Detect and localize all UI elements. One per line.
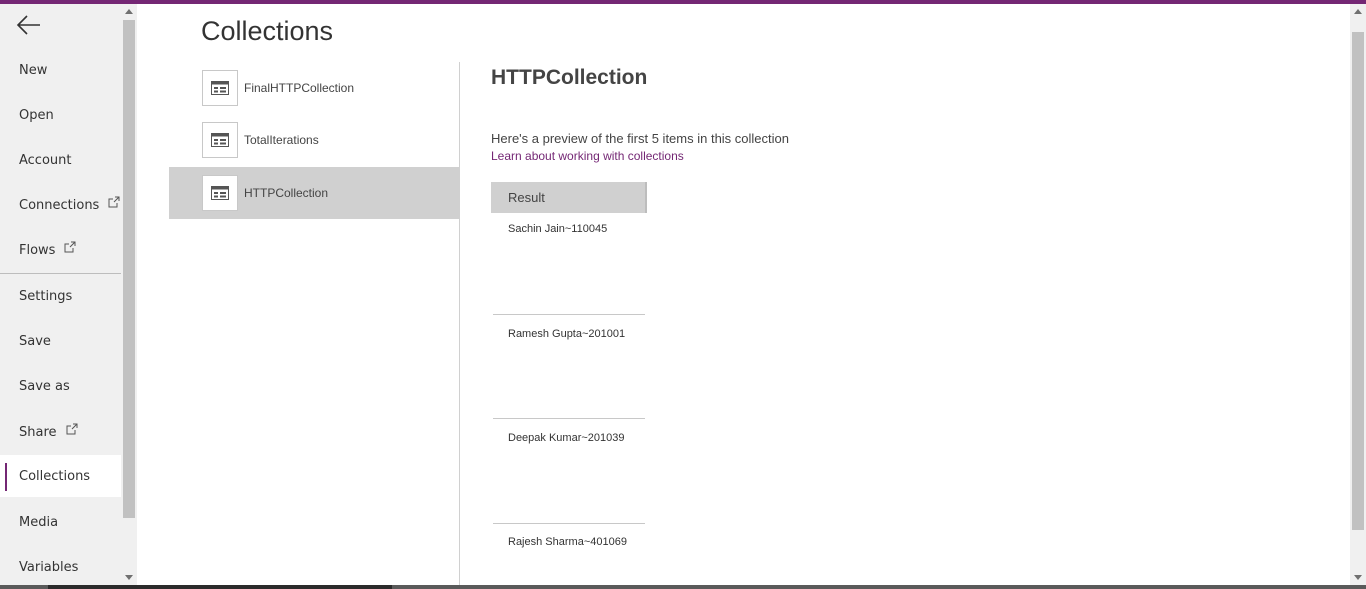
scroll-up-arrow-icon[interactable]: [125, 9, 133, 14]
external-link-icon: [66, 423, 78, 435]
sidebar-item-label: Open: [19, 107, 54, 123]
sidebar-item-save-as[interactable]: Save as: [0, 365, 121, 407]
table-row: Ramesh Gupta~201001: [508, 328, 626, 340]
table-row: Deepak Kumar~201039: [508, 432, 625, 444]
bottom-scrollbar-thumb[interactable]: [48, 585, 392, 589]
table-row: Sachin Jain~110045: [508, 223, 608, 235]
sidebar-divider: [0, 273, 121, 274]
row-divider: [493, 523, 645, 524]
collection-icon-box: [202, 122, 238, 158]
sidebar-item-label: Account: [19, 152, 72, 168]
sidebar-item-account[interactable]: Account: [0, 139, 121, 181]
row-divider: [493, 314, 645, 315]
sidebar-item-label: Save as: [19, 378, 70, 394]
back-button[interactable]: [14, 12, 44, 38]
sidebar-item-label: Flows: [19, 242, 56, 258]
collection-item-finalhttpcollection[interactable]: FinalHTTPCollection: [169, 62, 459, 114]
column-header-label: Result: [508, 190, 545, 205]
sidebar-item-collections[interactable]: Collections: [0, 455, 121, 497]
collection-icon-box: [202, 175, 238, 211]
learn-collections-link[interactable]: Learn about working with collections: [491, 149, 684, 163]
sidebar-item-connections[interactable]: Connections: [0, 184, 121, 226]
sidebar-item-label: Variables: [19, 559, 79, 575]
sidebar-item-variables[interactable]: Variables: [0, 546, 121, 588]
sidebar-item-new[interactable]: New: [0, 49, 121, 91]
table-column-header[interactable]: Result: [491, 182, 645, 213]
table-icon: [211, 133, 229, 147]
sidebar-item-share[interactable]: Share: [0, 411, 121, 453]
scrollbar-thumb[interactable]: [1352, 32, 1364, 530]
sidebar-item-label: Collections: [19, 468, 91, 484]
sidebar-item-media[interactable]: Media: [0, 501, 121, 543]
collection-detail-title: HTTPCollection: [491, 66, 648, 89]
collection-item-label: TotalIterations: [244, 133, 319, 147]
sidebar-item-save[interactable]: Save: [0, 320, 121, 362]
collection-item-label: FinalHTTPCollection: [244, 81, 355, 95]
table-row: Rajesh Sharma~401069: [508, 536, 627, 548]
scroll-down-arrow-icon[interactable]: [125, 575, 133, 580]
sidebar-item-label: New: [19, 62, 48, 78]
scroll-up-arrow-icon[interactable]: [1354, 9, 1362, 14]
sidebar-item-label: Settings: [19, 288, 73, 304]
page-title: Collections: [201, 16, 334, 46]
external-link-icon: [108, 196, 120, 208]
sidebar-item-label: Media: [19, 514, 59, 530]
sidebar-item-label: Connections: [19, 197, 100, 213]
arrow-left-icon: [16, 15, 40, 35]
collection-item-label: HTTPCollection: [244, 186, 329, 200]
column-resize-handle[interactable]: [645, 182, 647, 213]
collection-item-httpcollection[interactable]: HTTPCollection: [169, 167, 459, 219]
main-scrollbar[interactable]: [1350, 4, 1366, 585]
collection-icon-box: [202, 70, 238, 106]
sidebar-item-open[interactable]: Open: [0, 94, 121, 136]
table-icon: [211, 186, 229, 200]
top-accent-bar: [0, 0, 1366, 4]
sidebar-item-settings[interactable]: Settings: [0, 275, 121, 317]
external-link-icon: [64, 241, 76, 253]
sidebar-item-label: Share: [19, 424, 57, 440]
bottom-scrollbar[interactable]: [0, 585, 1366, 589]
table-icon: [211, 81, 229, 95]
sidebar-item-flows[interactable]: Flows: [0, 229, 121, 271]
sidebar-scrollbar[interactable]: [121, 4, 137, 585]
scroll-down-arrow-icon[interactable]: [1354, 575, 1362, 580]
sidebar-item-label: Save: [19, 333, 51, 349]
backstage-sidebar: New Open Account Connections Flows Setti…: [0, 4, 121, 585]
collection-item-totaliterations[interactable]: TotalIterations: [169, 114, 459, 166]
preview-description: Here's a preview of the first 5 items in…: [491, 131, 789, 146]
panel-divider: [459, 62, 460, 585]
scrollbar-thumb[interactable]: [123, 20, 135, 518]
row-divider: [493, 418, 645, 419]
